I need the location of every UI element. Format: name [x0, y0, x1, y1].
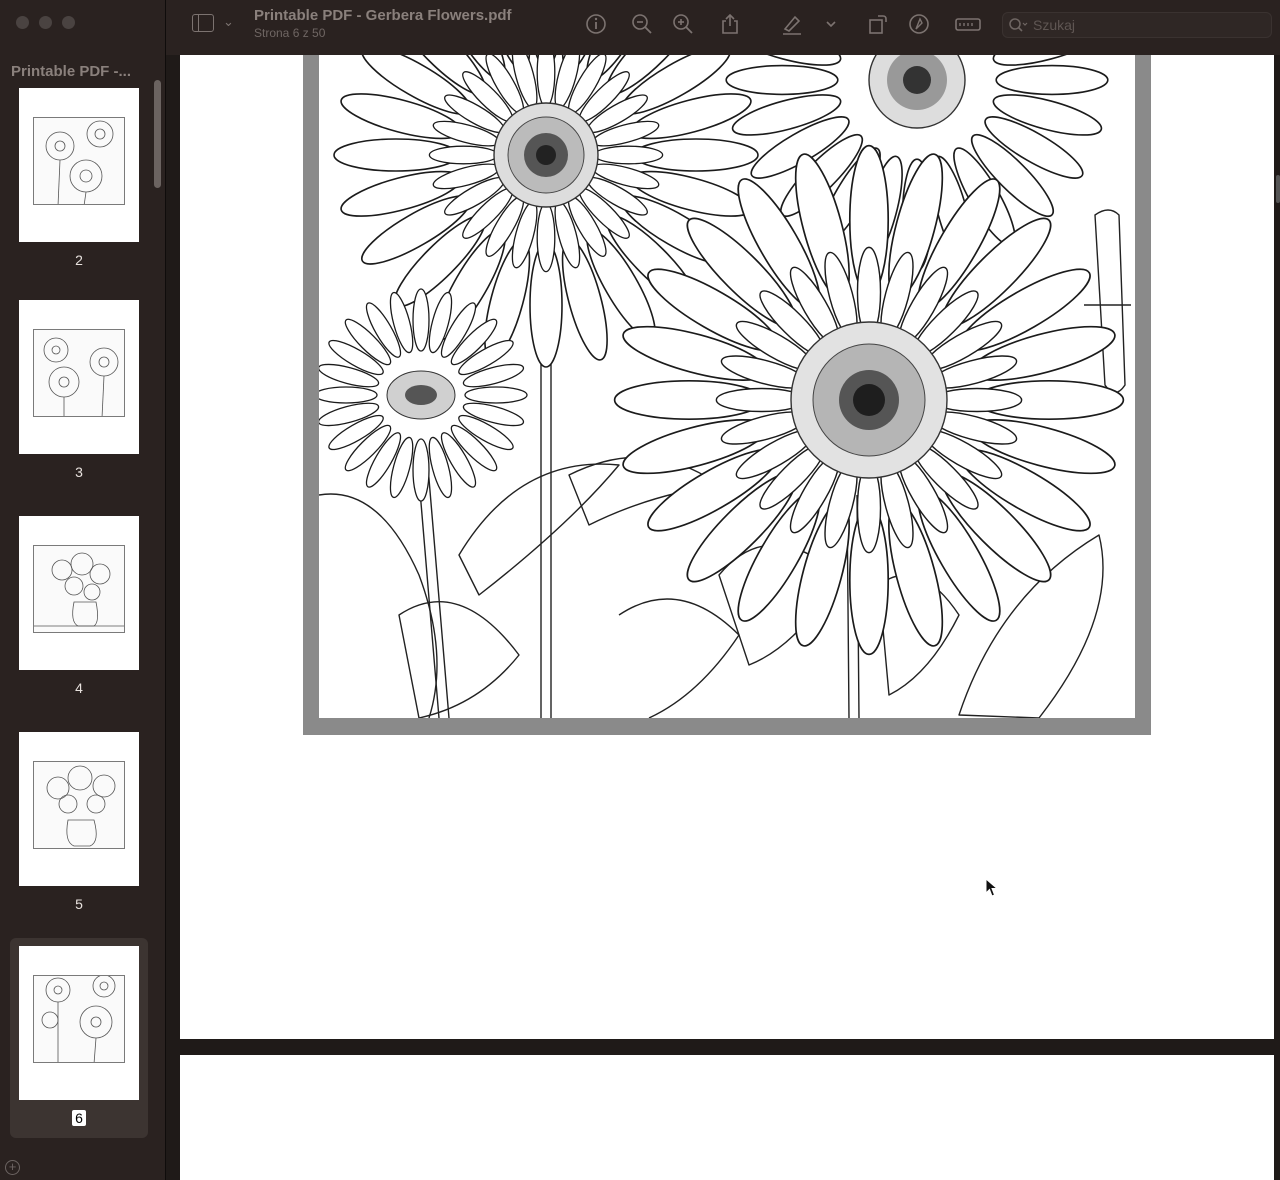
chevron-down-icon[interactable]	[824, 12, 838, 36]
thumbnail-page-5[interactable]: 5	[10, 724, 148, 924]
thumbnail-image	[19, 88, 139, 242]
page-indicator: Strona 6 z 50	[254, 26, 326, 40]
close-window-button[interactable]	[16, 16, 29, 29]
thumbnail-page-number: 4	[75, 680, 83, 696]
thumbnail-art	[33, 545, 125, 633]
search-icon	[1007, 15, 1029, 35]
window-controls	[16, 16, 75, 29]
thumbnail-page-6[interactable]: 6	[10, 938, 148, 1138]
gerbera-illustration	[319, 55, 1135, 718]
thumbnail-art	[33, 329, 125, 417]
sidebar-document-title: Printable PDF -...	[11, 63, 132, 80]
thumbnail-image	[19, 732, 139, 886]
zoom-out-icon[interactable]	[630, 12, 654, 36]
zoom-window-button[interactable]	[62, 16, 75, 29]
mouse-cursor-icon	[985, 878, 999, 897]
thumbnail-page-number: 5	[75, 896, 83, 912]
thumbnail-image	[19, 516, 139, 670]
share-icon[interactable]	[718, 12, 742, 36]
thumbnail-art	[33, 761, 125, 849]
zoom-in-icon[interactable]	[671, 12, 695, 36]
rotate-icon[interactable]	[866, 12, 890, 36]
info-icon[interactable]	[584, 12, 608, 36]
thumbnail-page-3[interactable]: 3	[10, 292, 148, 492]
markup-icon[interactable]	[907, 12, 931, 36]
highlight-pen-icon[interactable]	[780, 12, 804, 36]
document-view[interactable]	[166, 55, 1280, 1180]
pdf-page-7	[180, 1055, 1274, 1180]
thumbnail-page-number: 3	[75, 464, 83, 480]
preview-window: Printable PDF -... 2 3 4 5 6 + ⌄ Printab…	[0, 0, 1280, 1180]
document-title: Printable PDF - Gerbera Flowers.pdf	[254, 7, 512, 24]
pdf-page-6	[180, 55, 1274, 1039]
toolbar: ⌄ Printable PDF - Gerbera Flowers.pdf St…	[166, 0, 1280, 55]
thumbnail-art	[33, 975, 125, 1063]
chevron-down-icon[interactable]: ⌄	[223, 14, 234, 30]
coloring-frame	[303, 55, 1151, 735]
minimize-window-button[interactable]	[39, 16, 52, 29]
search-field[interactable]	[1002, 12, 1272, 38]
thumbnail-page-number: 6	[10, 1110, 148, 1126]
thumbnail-art	[33, 117, 125, 205]
add-page-button[interactable]: +	[5, 1160, 20, 1175]
redact-icon[interactable]	[954, 12, 982, 36]
document-scrollbar[interactable]	[1276, 175, 1280, 203]
thumbnail-page-2[interactable]: 2	[10, 80, 148, 280]
thumbnail-sidebar: Printable PDF -... 2 3 4 5 6 +	[0, 0, 166, 1180]
thumbnail-page-number: 2	[75, 252, 83, 268]
thumbnail-image	[19, 300, 139, 454]
search-input[interactable]	[1033, 16, 1253, 34]
thumbnail-image	[19, 946, 139, 1100]
sidebar-scrollbar[interactable]	[154, 80, 161, 188]
thumbnail-page-4[interactable]: 4	[10, 508, 148, 708]
sidebar-toggle-icon[interactable]	[192, 14, 214, 32]
